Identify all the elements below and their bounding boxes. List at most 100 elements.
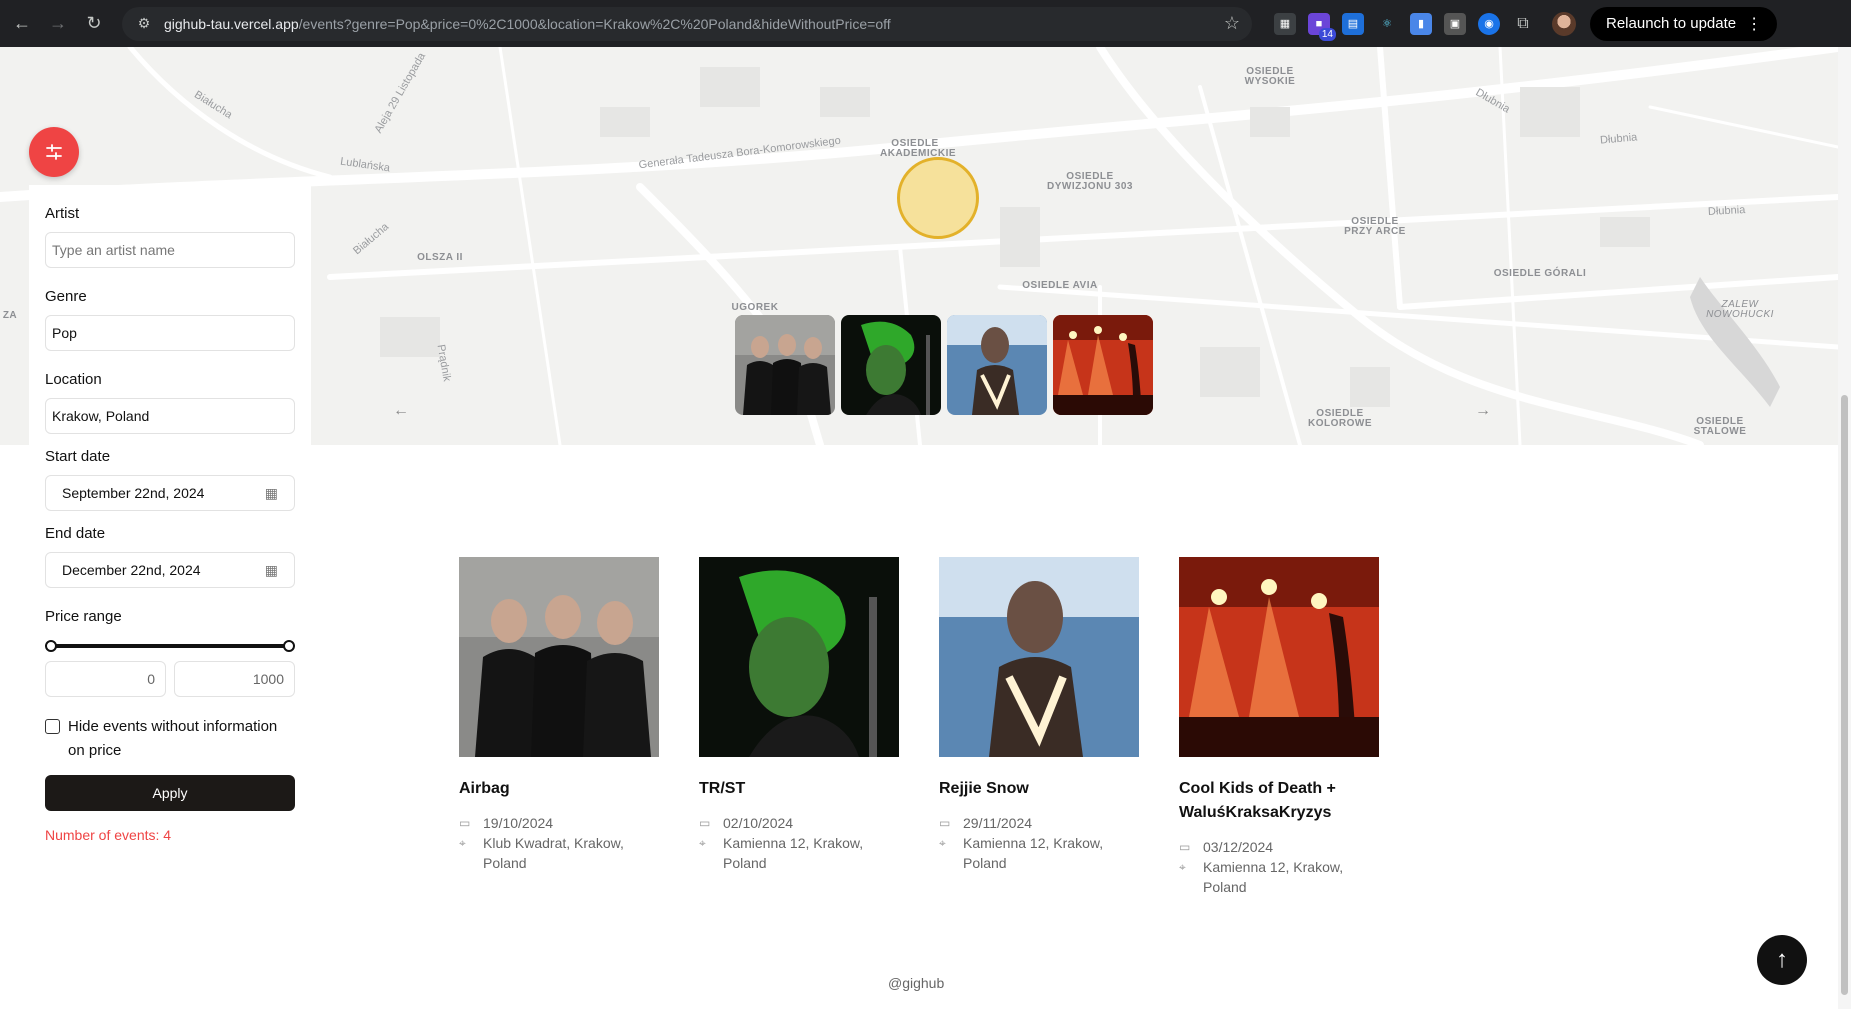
docs-extension-icon[interactable]: ▮ <box>1410 12 1432 35</box>
price-slider-min-handle[interactable] <box>45 640 57 652</box>
thumbnail-cool-kids-of-death[interactable] <box>1053 315 1153 415</box>
map-label-osiedle-gorali: OSIEDLE GÓRALI <box>1493 268 1587 279</box>
url-path: /events?genre=Pop&price=0%2C1000&locatio… <box>298 15 891 32</box>
map-pin-icon: ⌖ <box>939 836 946 850</box>
apply-button[interactable]: Apply <box>45 775 295 811</box>
event-country: Poland <box>963 855 1007 871</box>
location-input[interactable]: Krakow, Poland <box>45 398 295 434</box>
cool-kids-photo <box>1179 557 1379 757</box>
rejjie-snow-photo <box>939 557 1139 757</box>
genre-input[interactable]: Pop <box>45 315 295 351</box>
event-title[interactable]: Airbag <box>459 777 659 801</box>
map-label-zalew: Zalew Nowohucki <box>1706 299 1774 320</box>
event-card-rejjie-snow[interactable]: Rejjie Snow ▭ 29/11/2024 ⌖ Kamienna 12, Kr… <box>939 557 1139 897</box>
cool-kids-photo <box>1053 315 1153 415</box>
filter-toggle-button[interactable] <box>29 127 79 177</box>
react-devtools-icon[interactable]: ⚛ <box>1376 13 1398 35</box>
calendar-icon: ▭ <box>1179 840 1191 854</box>
event-image[interactable] <box>699 557 899 757</box>
artist-input[interactable]: Type an artist name <box>45 232 295 268</box>
scrollbar-thumb[interactable] <box>1841 395 1848 995</box>
puzzle-extensions-icon[interactable]: ⧉ <box>1512 13 1534 35</box>
map-label-osiedle-avia: OSIEDLE AVIA <box>1022 280 1098 291</box>
layout-extension-icon[interactable]: ▤ <box>1342 12 1364 35</box>
location-value: Krakow, Poland <box>52 408 150 424</box>
calendar-icon: ▦ <box>264 484 278 501</box>
apply-label: Apply <box>152 785 188 801</box>
event-card-cool-kids-of-death[interactable]: Cool Kids of Death + WaluśKraksaKryzys ▭… <box>1179 557 1379 897</box>
map-label-osiedle-kolorowe: OSIEDLE KOLOROWE <box>1308 408 1372 429</box>
event-country: Poland <box>1203 879 1247 895</box>
blue-circle-extension-icon[interactable]: ◉ <box>1478 12 1500 35</box>
extension-badge-icon[interactable]: ■ 14 <box>1308 12 1336 41</box>
map-label-osiedle-wysokie: OSIEDLE WYSOKIE <box>1244 66 1296 87</box>
price-slider-max-handle[interactable] <box>283 640 295 652</box>
price-max-value: 1000 <box>252 671 284 687</box>
calendar-icon: ▭ <box>459 816 471 830</box>
price-slider-track <box>50 644 290 648</box>
road-label-dlubnia-3: Dłubnia <box>1707 204 1746 218</box>
event-venue-line: Klub Kwadrat, Krakow, <box>483 835 624 851</box>
browser-toolbar: ← → ↻ ⚙ gighub-tau.vercel.app /events?ge… <box>0 0 1851 47</box>
carousel-prev-arrow-icon[interactable]: ← <box>388 398 414 424</box>
thumbnail-rejjie-snow[interactable] <box>947 315 1047 415</box>
trst-photo <box>841 315 941 415</box>
reload-icon[interactable]: ↻ <box>80 10 108 38</box>
event-card-airbag[interactable]: Airbag ▭ 19/10/2024 ⌖ Klub Kwadrat, Krakow… <box>459 557 659 897</box>
map-label-osiedle-przy-arce: OSIEDLE PRZY ARCE <box>1344 216 1406 237</box>
start-date-picker[interactable]: September 22nd, 2024 ▦ <box>45 475 295 511</box>
event-venue: Kamienna 12, Krakow, Poland <box>723 833 863 873</box>
scroll-to-top-button[interactable]: ↑ <box>1757 935 1807 985</box>
back-arrow-icon[interactable]: ← <box>8 10 36 38</box>
profile-avatar[interactable] <box>1552 11 1576 36</box>
thumbnail-trst[interactable] <box>841 315 941 415</box>
price-max-input[interactable]: 1000 <box>174 661 295 697</box>
rejjie-snow-photo <box>947 315 1047 415</box>
carousel-next-arrow-icon[interactable]: → <box>1470 398 1496 424</box>
start-date-value: September 22nd, 2024 <box>62 485 205 501</box>
event-date: 02/10/2024 <box>723 815 794 831</box>
event-title[interactable]: Rejjie Snow <box>939 777 1139 801</box>
page-scrollbar[interactable] <box>1838 47 1851 1009</box>
event-title[interactable]: TR/ST <box>699 777 899 801</box>
map-cluster-marker[interactable] <box>897 157 979 239</box>
event-image[interactable] <box>1179 557 1379 757</box>
relaunch-label: Relaunch to update <box>1606 15 1737 32</box>
event-card-trst[interactable]: TR/ST ▭ 02/10/2024 ⌖ Kamienna 12, Krakow, P… <box>699 557 899 897</box>
forward-arrow-icon[interactable]: → <box>44 10 72 38</box>
map-label-za: ZA <box>2 310 18 321</box>
thumbnail-airbag[interactable] <box>735 315 835 415</box>
bookmark-star-icon[interactable]: ☆ <box>1224 13 1240 34</box>
grey-extension-icon[interactable]: ▣ <box>1444 12 1466 35</box>
trst-photo <box>699 557 899 757</box>
map-pin-icon: ⌖ <box>459 836 466 850</box>
event-date: 03/12/2024 <box>1203 839 1274 855</box>
arrow-up-icon: ↑ <box>1776 946 1788 973</box>
calendar-icon: ▭ <box>699 816 711 830</box>
price-min-input[interactable]: 0 <box>45 661 166 697</box>
event-country: Poland <box>723 855 767 871</box>
hide-without-price-label: Hide events without information on price <box>68 718 278 759</box>
relaunch-button[interactable]: Relaunch to update ⋮ <box>1590 6 1778 41</box>
event-list: Airbag ▭ 19/10/2024 ⌖ Klub Kwadrat, Krakow… <box>459 557 1379 897</box>
address-bar[interactable]: ⚙ gighub-tau.vercel.app /events?genre=Po… <box>122 6 1252 41</box>
event-venue-line: Kamienna 12, Krakow, <box>963 835 1104 851</box>
start-date-label: Start date <box>45 448 111 465</box>
map-label-osiedle-stalowe: OSIEDLE STALOWE <box>1693 416 1747 437</box>
more-menu-icon[interactable]: ⋮ <box>1746 14 1762 34</box>
end-date-picker[interactable]: December 22nd, 2024 ▦ <box>45 552 295 588</box>
event-image[interactable] <box>459 557 659 757</box>
calendar-icon: ▭ <box>939 816 951 830</box>
artist-label: Artist <box>45 205 80 222</box>
site-settings-icon[interactable]: ⚙ <box>134 14 154 34</box>
event-date: 19/10/2024 <box>483 815 554 831</box>
event-image[interactable] <box>939 557 1139 757</box>
qr-extension-icon[interactable]: ▦ <box>1274 12 1296 35</box>
hide-without-price-checkbox[interactable] <box>45 719 60 734</box>
calendar-icon: ▦ <box>264 561 278 578</box>
price-range-slider[interactable] <box>45 639 295 653</box>
event-title[interactable]: Cool Kids of Death + WaluśKraksaKryzys <box>1179 777 1379 825</box>
price-min-value: 0 <box>147 671 155 687</box>
artist-input-placeholder: Type an artist name <box>52 242 175 258</box>
location-label: Location <box>45 371 102 388</box>
